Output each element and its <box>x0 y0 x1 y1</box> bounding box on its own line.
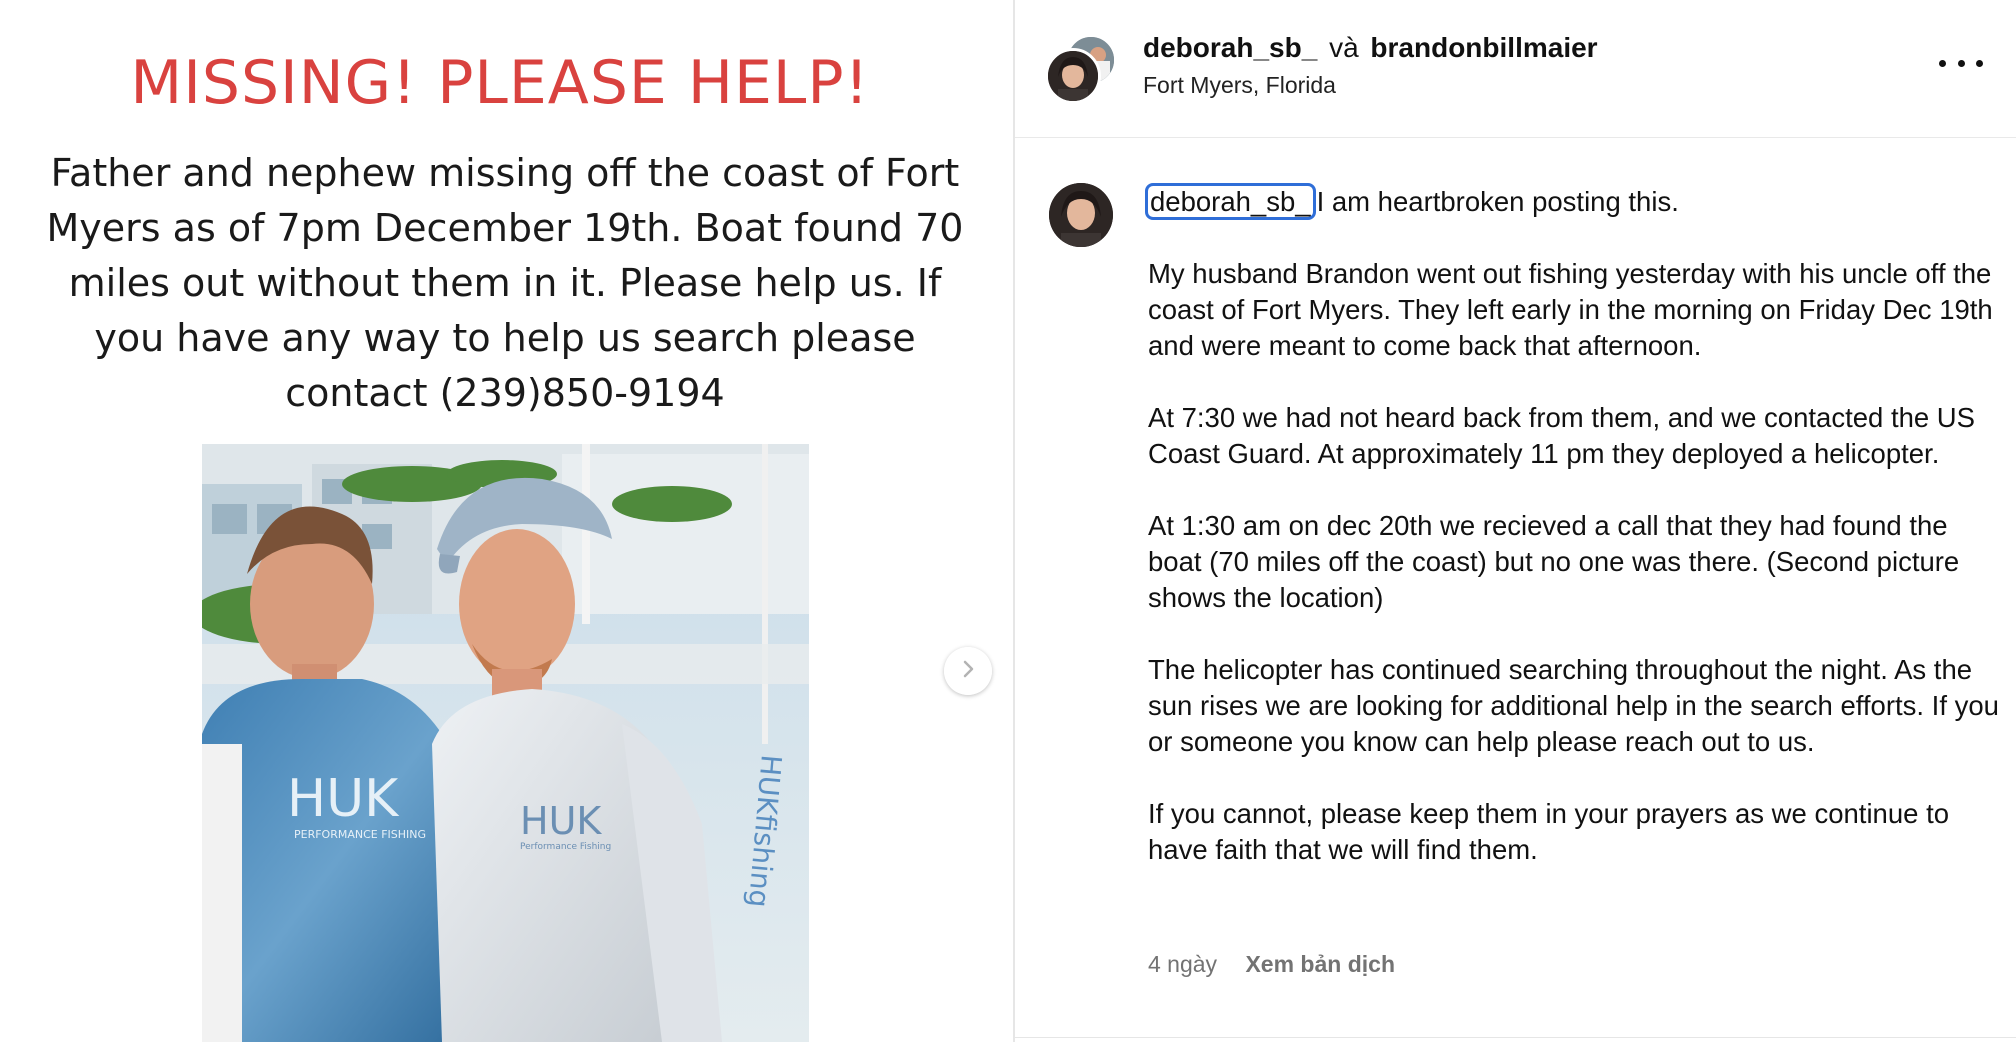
post-authors: deborah_sb_ và brandonbillmaier <box>1143 32 1598 64</box>
collab-avatars[interactable] <box>1045 34 1117 104</box>
poster-body: Father and nephew missing off the coast … <box>46 151 964 415</box>
author-conjunction: và <box>1329 32 1359 63</box>
caption-paragraph: The helicopter has continued searching t… <box>1148 654 1999 757</box>
post-caption: deborah_sb_ I am heartbroken posting this… <box>1145 183 2003 868</box>
more-options-button[interactable] <box>1939 48 1983 78</box>
see-translation-link[interactable]: Xem bản dịch <box>1245 951 1395 977</box>
next-image-button[interactable] <box>944 647 992 695</box>
post-age[interactable]: 4 ngày <box>1148 951 1217 977</box>
post-photo: HUK PERFORMANCE FISHING HUK Performance … <box>202 444 809 1042</box>
author-link-1[interactable]: deborah_sb_ <box>1143 32 1317 63</box>
poster-title: MISSING! PLEASE HELP! <box>130 48 870 118</box>
shirt-brand-left: HUK <box>287 769 400 829</box>
more-dot <box>1976 59 1983 67</box>
post-media: MISSING! PLEASE HELP! Father and nephew … <box>0 0 1013 1042</box>
post-header: deborah_sb_ và brandonbillmaier Fort Mye… <box>1015 0 2016 138</box>
caption-paragraph: At 1:30 am on dec 20th we recieved a cal… <box>1148 510 1960 613</box>
caption-first-paragraph: deborah_sb_ I am heartbroken posting this… <box>1145 183 2003 220</box>
chevron-right-icon <box>958 659 978 684</box>
post-panel: deborah_sb_ và brandonbillmaier Fort Mye… <box>1015 0 2016 1042</box>
caption-avatar[interactable] <box>1049 183 1113 247</box>
caption-paragraph: If you cannot, please keep them in your … <box>1148 798 1950 865</box>
shirt-brand-right: HUK <box>520 799 602 843</box>
more-dot <box>1957 59 1965 67</box>
caption-paragraph: My husband Brandon went out fishing yest… <box>1148 258 1993 361</box>
more-horizontal-icon <box>1939 59 1946 67</box>
caption-first-line: I am heartbroken posting this. <box>1316 186 1679 217</box>
panel-bottom-divider <box>1015 1037 2016 1038</box>
caption-paragraph: At 7:30 we had not heard back from them,… <box>1148 402 1976 469</box>
shirt-sub-right: Performance Fishing <box>520 842 611 852</box>
post-location[interactable]: Fort Myers, Florida <box>1143 72 1336 99</box>
shirt-sub-left: PERFORMANCE FISHING <box>294 828 426 841</box>
mention-link[interactable]: deborah_sb_ <box>1145 183 1316 220</box>
author-link-2[interactable]: brandonbillmaier <box>1370 32 1597 63</box>
avatar[interactable] <box>1045 48 1101 104</box>
caption-meta: 4 ngày Xem bản dịch <box>1148 951 1395 978</box>
